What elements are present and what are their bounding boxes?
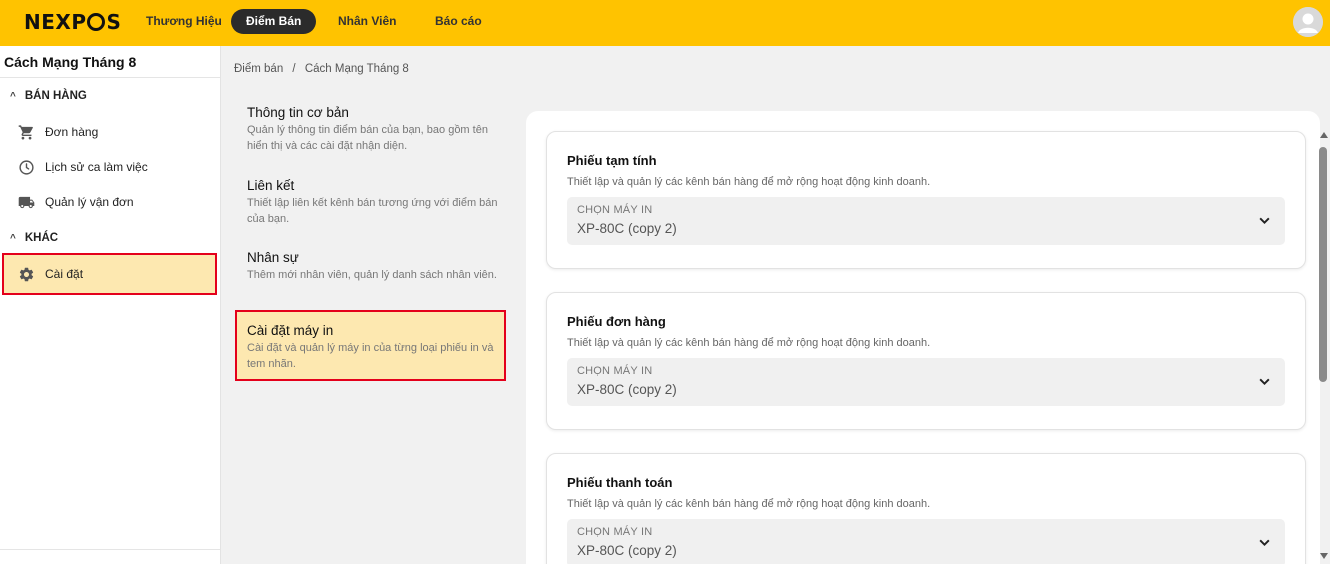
printer-select[interactable]: CHỌN MÁY IN XP-80C (copy 2) [567, 197, 1285, 245]
card-title: Phiếu thanh toán [567, 475, 673, 490]
menu-title: Thông tin cơ bản [247, 105, 349, 120]
printer-settings-panel: Phiếu tạm tính Thiết lập và quản lý các … [526, 111, 1320, 564]
menu-title: Cài đặt máy in [247, 323, 334, 338]
chevron-down-icon [1259, 217, 1270, 225]
sidebar-item-cai-dat[interactable]: Cài đặt [18, 264, 83, 284]
menu-desc: Thêm mới nhân viên, quản lý danh sách nh… [247, 269, 497, 281]
sidebar-item-label: Quản lý vận đơn [45, 195, 134, 209]
sidebar: Cách Mạng Tháng 8 ^ BÁN HÀNG Đơn hàng Lị… [0, 46, 221, 564]
sidebar-item-label: Cài đặt [45, 267, 84, 281]
settings-menu-lien-ket[interactable]: Liên kết Thiết lập liên kết kênh bán tươ… [234, 178, 505, 227]
select-value: XP-80C (copy 2) [577, 543, 677, 558]
section-title: KHÁC [24, 232, 59, 244]
section-khac[interactable]: ^ KHÁC [10, 232, 58, 244]
section-title: BÁN HÀNG [24, 90, 87, 102]
chevron-up-icon: ^ [10, 90, 16, 102]
scrollbar-thumb[interactable] [1319, 147, 1327, 382]
divider [0, 549, 220, 550]
menu-title: Nhân sự [247, 250, 299, 265]
main-content: Điểm bán / Cách Mạng Tháng 8 Thông tin c… [221, 46, 1330, 564]
divider [0, 77, 220, 78]
tab-thuong-hieu[interactable]: Thương Hiệu [131, 9, 237, 34]
sidebar-item-van-don[interactable]: Quản lý vận đơn [18, 192, 134, 212]
logo-text-start: NEXP [24, 10, 87, 34]
tab-nhan-vien[interactable]: Nhân Viên [323, 9, 411, 34]
menu-desc: Quản lý thông tin điểm bán của bạn, bao … [247, 124, 488, 152]
scroll-down-arrow-icon[interactable] [1320, 553, 1328, 559]
truck-icon [18, 196, 35, 208]
sidebar-item-don-hang[interactable]: Đơn hàng [18, 122, 98, 142]
tab-diem-ban[interactable]: Điểm Bán [231, 9, 317, 34]
select-value: XP-80C (copy 2) [577, 221, 677, 236]
card-desc: Thiết lập và quản lý các kênh bán hàng đ… [567, 498, 931, 510]
scroll-up-arrow-icon[interactable] [1320, 132, 1328, 138]
menu-title: Liên kết [247, 178, 295, 193]
cart-icon [18, 124, 33, 140]
card-desc: Thiết lập và quản lý các kênh bán hàng đ… [567, 337, 931, 349]
printer-select[interactable]: CHỌN MÁY IN XP-80C (copy 2) [567, 358, 1285, 406]
select-value: XP-80C (copy 2) [577, 382, 677, 397]
nexpos-logo[interactable]: NEXP S [24, 10, 121, 34]
store-name: Cách Mạng Tháng 8 [4, 54, 137, 70]
top-navbar: NEXP S Thương Hiệu Điểm Bán Nhân Viên Báo… [0, 0, 1330, 46]
logo-o-mark [87, 13, 106, 31]
chevron-up-icon: ^ [10, 232, 16, 244]
chevron-down-icon [1259, 378, 1270, 386]
user-icon [1293, 7, 1323, 37]
sidebar-item-lich-su-ca[interactable]: Lịch sử ca làm việc [18, 157, 148, 177]
gear-icon [19, 267, 34, 281]
breadcrumb-separator: / [292, 63, 296, 75]
card-title: Phiếu tạm tính [567, 153, 657, 168]
sidebar-item-label: Đơn hàng [45, 125, 99, 139]
tab-bao-cao[interactable]: Báo cáo [420, 9, 497, 34]
settings-menu-may-in[interactable]: Cài đặt máy in Cài đặt và quản lý máy in… [234, 323, 505, 372]
select-label: CHỌN MÁY IN [577, 365, 653, 377]
select-label: CHỌN MÁY IN [577, 204, 653, 216]
breadcrumb-current: Cách Mạng Tháng 8 [304, 63, 409, 75]
printer-card-don-hang: Phiếu đơn hàng Thiết lập và quản lý các … [546, 292, 1306, 430]
chevron-down-icon [1259, 539, 1270, 547]
card-desc: Thiết lập và quản lý các kênh bán hàng đ… [567, 176, 931, 188]
menu-desc: Cài đặt và quản lý máy in của từng loại … [247, 342, 494, 370]
section-ban-hang[interactable]: ^ BÁN HÀNG [10, 90, 87, 102]
menu-desc: Thiết lập liên kết kênh bán tương ứng vớ… [247, 197, 498, 225]
scrollbar[interactable] [1316, 132, 1330, 559]
select-label: CHỌN MÁY IN [577, 526, 653, 538]
settings-menu-thong-tin[interactable]: Thông tin cơ bản Quản lý thông tin điểm … [234, 105, 505, 154]
printer-card-tam-tinh: Phiếu tạm tính Thiết lập và quản lý các … [546, 131, 1306, 269]
printer-select[interactable]: CHỌN MÁY IN XP-80C (copy 2) [567, 519, 1285, 564]
sidebar-item-label: Lịch sử ca làm việc [45, 160, 148, 174]
user-avatar[interactable] [1293, 7, 1323, 37]
breadcrumb: Điểm bán / Cách Mạng Tháng 8 [234, 63, 415, 75]
printer-card-thanh-toan: Phiếu thanh toán Thiết lập và quản lý cá… [546, 453, 1306, 564]
clock-icon [19, 159, 34, 175]
card-title: Phiếu đơn hàng [567, 314, 666, 329]
logo-text-end: S [106, 10, 122, 34]
breadcrumb-root[interactable]: Điểm bán [234, 63, 283, 75]
settings-menu-nhan-su[interactable]: Nhân sự Thêm mới nhân viên, quản lý danh… [234, 250, 505, 283]
